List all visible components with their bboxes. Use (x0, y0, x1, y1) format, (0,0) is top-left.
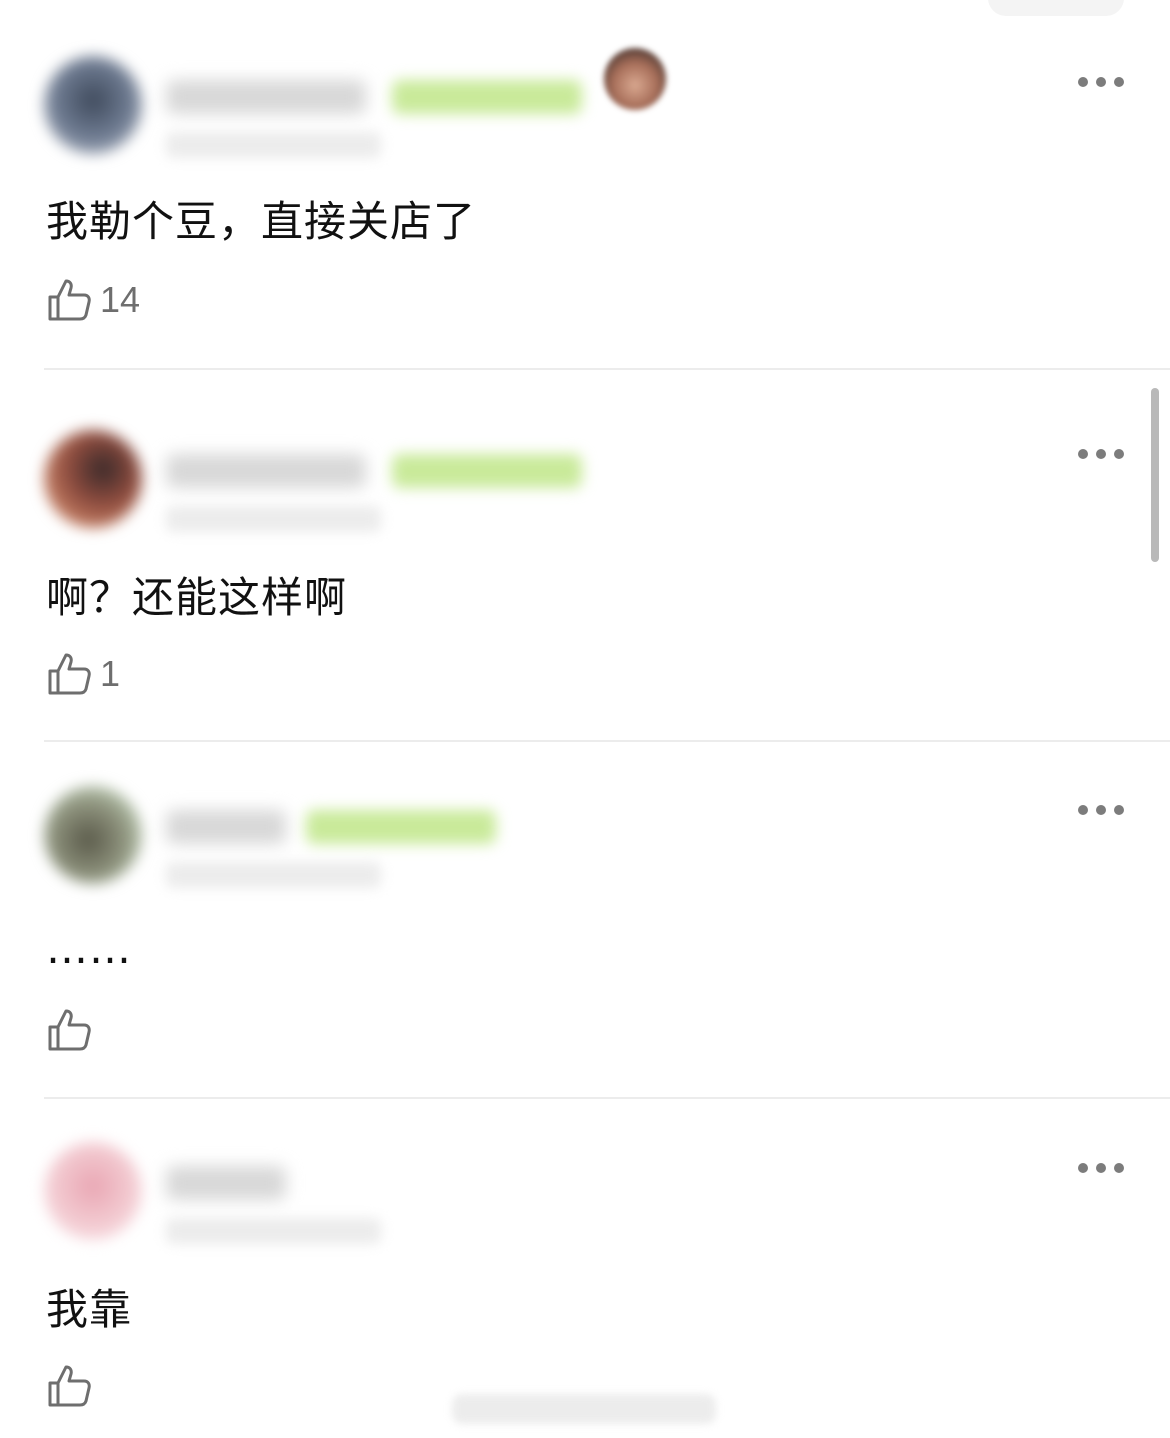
like-button[interactable]: 1 (46, 650, 120, 698)
like-count: 1 (100, 653, 121, 694)
like-button[interactable] (46, 1362, 92, 1410)
like-count: 14 (100, 279, 141, 320)
watermark-blur (452, 1394, 716, 1424)
more-options-icon[interactable] (1078, 1161, 1124, 1175)
user-badge (392, 454, 582, 488)
user-badge (392, 80, 582, 114)
thumbs-up-icon (48, 653, 91, 695)
more-options-icon[interactable] (1078, 803, 1124, 817)
comment-meta-redacted (166, 1218, 381, 1244)
divider (44, 740, 1170, 742)
username-redacted[interactable] (166, 1166, 286, 1200)
comment-text: 我勒个豆，直接关店了 (46, 197, 477, 246)
like-button[interactable] (46, 1006, 92, 1054)
thumbs-up-icon (48, 279, 91, 321)
top-bar-pill (988, 0, 1124, 16)
more-options-icon[interactable] (1078, 75, 1124, 89)
avatar[interactable] (44, 430, 142, 528)
comment-text: 我靠 (46, 1285, 133, 1334)
comment-text: 啊？还能这样啊 (46, 573, 348, 622)
divider (44, 368, 1170, 370)
comment-text: …… (46, 924, 132, 973)
user-badge (306, 810, 496, 844)
avatar[interactable] (44, 56, 142, 154)
comment-meta-redacted (166, 132, 381, 158)
avatar[interactable] (44, 1142, 142, 1240)
like-button[interactable]: 14 (46, 276, 140, 324)
username-redacted[interactable] (166, 454, 366, 488)
avatar[interactable] (44, 786, 142, 884)
comment-meta-redacted (166, 862, 381, 888)
username-redacted[interactable] (166, 80, 366, 114)
more-options-icon[interactable] (1078, 447, 1124, 461)
scrollbar[interactable] (1151, 388, 1159, 562)
thumbs-up-icon (48, 1365, 91, 1407)
divider (44, 1097, 1170, 1099)
thumbs-up-icon (48, 1009, 91, 1051)
decoration-avatar (604, 48, 666, 110)
username-redacted[interactable] (166, 810, 286, 844)
comment-meta-redacted (166, 506, 381, 532)
